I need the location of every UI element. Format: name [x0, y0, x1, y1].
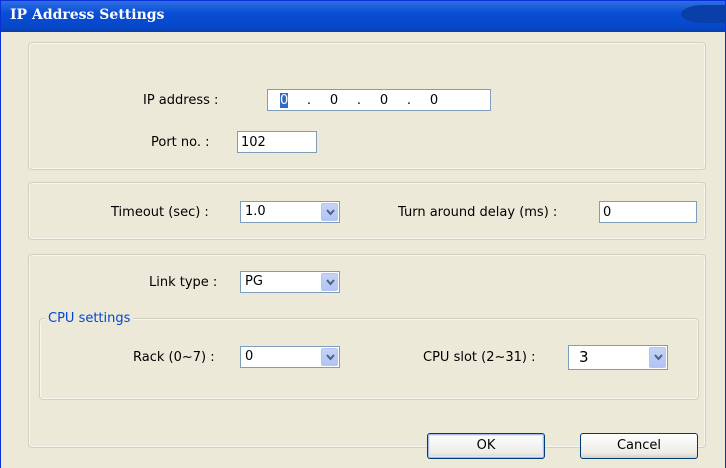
- ip-separator: .: [356, 92, 362, 108]
- ok-button[interactable]: OK: [427, 433, 545, 459]
- chevron-down-icon[interactable]: [649, 347, 666, 368]
- window-title: IP Address Settings: [10, 7, 165, 23]
- ip-address-field[interactable]: 0 . 0 . 0 . 0: [267, 89, 491, 111]
- title-bar-decoration: [681, 5, 726, 23]
- chevron-down-icon[interactable]: [321, 273, 338, 291]
- port-field[interactable]: [237, 131, 317, 153]
- ip-octet-1[interactable]: 0: [280, 92, 288, 108]
- link-type-label: Link type :: [149, 275, 218, 290]
- ip-octet-3[interactable]: 0: [376, 93, 392, 108]
- port-label: Port no. :: [151, 135, 210, 150]
- cpu-settings-legend: CPU settings: [45, 311, 134, 326]
- link-type-value: PG: [245, 274, 263, 289]
- ip-octet-2[interactable]: 0: [326, 93, 342, 108]
- link-type-select[interactable]: PG: [240, 271, 340, 293]
- cpu-slot-select[interactable]: 3: [568, 345, 668, 370]
- turnaround-field[interactable]: [599, 201, 697, 223]
- ip-octet-4[interactable]: 0: [426, 93, 442, 108]
- turnaround-label: Turn around delay (ms) :: [398, 205, 558, 220]
- port-input[interactable]: [238, 132, 316, 152]
- cancel-button[interactable]: Cancel: [580, 433, 698, 459]
- dialog-body: IP address : 0 . 0 . 0 . 0 Port no. : Ti…: [1, 32, 725, 468]
- timeout-label: Timeout (sec) :: [111, 205, 209, 220]
- timeout-value: 1.0: [245, 204, 266, 219]
- rack-select[interactable]: 0: [240, 346, 340, 368]
- ip-separator: .: [406, 92, 412, 108]
- chevron-down-icon[interactable]: [321, 348, 338, 366]
- cpu-slot-value: 3: [579, 348, 589, 366]
- chevron-down-icon[interactable]: [321, 203, 338, 221]
- rack-label: Rack (0~7) :: [133, 350, 215, 365]
- ip-separator: .: [306, 92, 312, 108]
- title-bar[interactable]: IP Address Settings: [1, 1, 726, 32]
- ip-address-label: IP address :: [143, 93, 219, 108]
- ip-address-settings-dialog: IP Address Settings IP address : 0 . 0 .…: [0, 0, 726, 468]
- turnaround-input[interactable]: [600, 202, 696, 222]
- rack-value: 0: [245, 349, 254, 364]
- cpu-slot-label: CPU slot (2~31) :: [423, 350, 536, 365]
- timeout-select[interactable]: 1.0: [240, 201, 340, 223]
